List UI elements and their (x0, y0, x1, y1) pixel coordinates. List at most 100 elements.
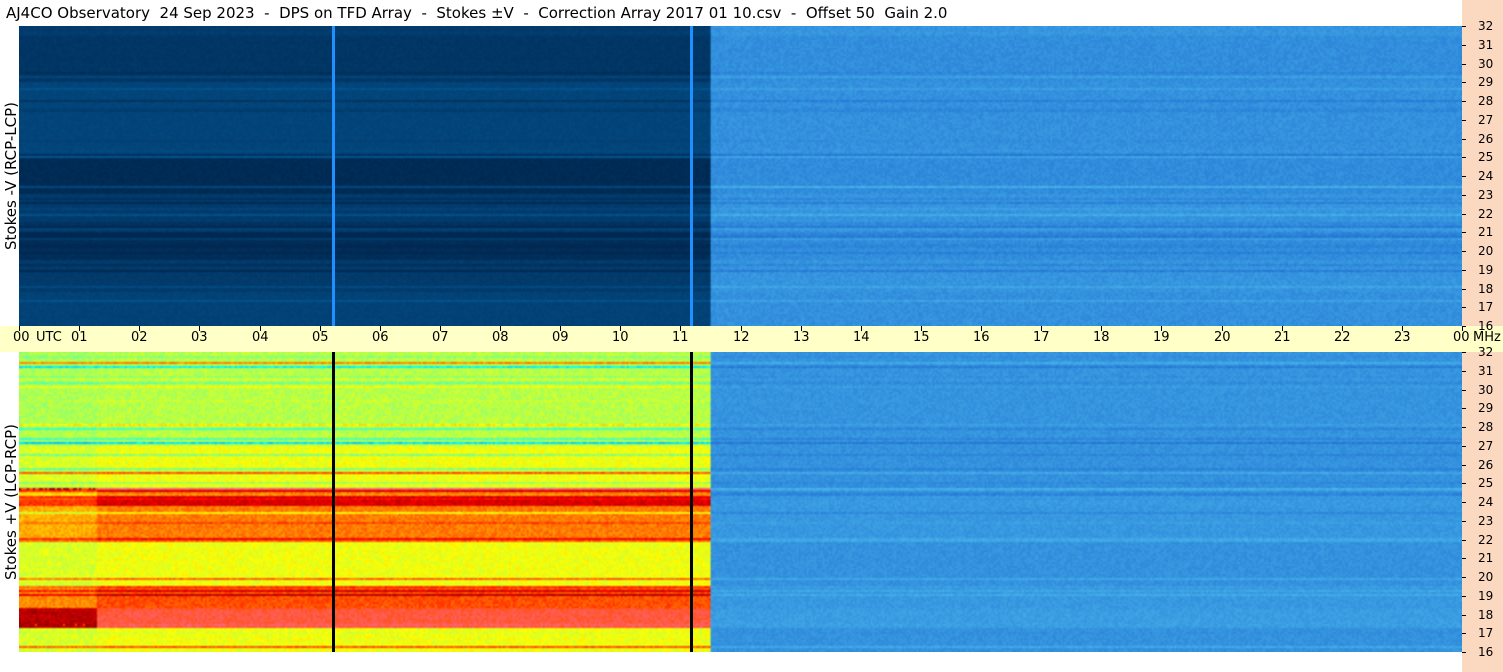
top-vertical-line-0 (331, 26, 335, 326)
utc-tick-label: 16 (973, 330, 990, 345)
top-freq-tick-label: 24 (1478, 169, 1494, 183)
bottom-freq-tick-label: 32 (1478, 345, 1494, 359)
utc-tick-label: 13 (793, 330, 810, 345)
bottom-freq-tick (1462, 390, 1466, 391)
bottom-freq-tick-label: 19 (1478, 589, 1494, 603)
bottom-freq-tick (1462, 483, 1466, 484)
utc-tick-label: 02 (131, 330, 148, 345)
top-freq-tick-label: 26 (1478, 132, 1494, 146)
top-freq-tick-label: 17 (1478, 300, 1494, 314)
bottom-freq-tick (1462, 446, 1466, 447)
bottom-vertical-line-0 (331, 352, 335, 652)
bottom-freq-tick (1462, 408, 1466, 409)
utc-tick-label: 05 (312, 330, 329, 345)
top-freq-tick-label: 31 (1478, 38, 1494, 52)
utc-tick-label: 22 (1334, 330, 1351, 345)
top-freq-tick (1462, 307, 1466, 308)
bottom-freq-tick-label: 29 (1478, 401, 1494, 415)
utc-tick-label: 00 (1453, 330, 1470, 345)
bottom-freq-tick (1462, 521, 1466, 522)
bottom-freq-tick (1462, 577, 1466, 578)
top-freq-tick (1462, 26, 1466, 27)
top-freq-tick (1462, 232, 1466, 233)
top-freq-tick (1462, 214, 1466, 215)
utc-tick-label: 12 (733, 330, 750, 345)
top-freq-tick-label: 28 (1478, 94, 1494, 108)
utc-tick-label: 17 (1033, 330, 1050, 345)
utc-tick-label: 20 (1214, 330, 1231, 345)
bottom-freq-tick-label: 26 (1478, 458, 1494, 472)
utc-tick-label: 15 (913, 330, 930, 345)
utc-tick-label: 09 (552, 330, 569, 345)
bottom-spectrogram-panel (19, 352, 1462, 652)
utc-tick-label: 00 (13, 330, 30, 345)
top-freq-tick (1462, 120, 1466, 121)
bottom-freq-tick (1462, 502, 1466, 503)
bottom-freq-tick (1462, 465, 1466, 466)
top-spectrogram-panel (19, 26, 1462, 326)
mhz-unit-label: MHz (1473, 330, 1501, 345)
bottom-freq-tick-label: 28 (1478, 420, 1494, 434)
top-freq-tick-label: 30 (1478, 57, 1494, 71)
utc-tick-label: 14 (853, 330, 870, 345)
bottom-freq-tick (1462, 596, 1466, 597)
top-freq-tick (1462, 139, 1466, 140)
bottom-freq-tick (1462, 633, 1466, 634)
bottom-freq-tick (1462, 352, 1466, 353)
top-spectrogram-heatmap (19, 26, 1462, 326)
bottom-freq-tick (1462, 427, 1466, 428)
bottom-freq-tick-label: 20 (1478, 570, 1494, 584)
bottom-freq-tick-label: 24 (1478, 495, 1494, 509)
utc-tick-label: 18 (1093, 330, 1110, 345)
utc-tick-label: 06 (372, 330, 389, 345)
utc-tick-label: 03 (191, 330, 208, 345)
top-freq-tick-label: 23 (1478, 188, 1494, 202)
top-freq-tick-label: 32 (1478, 19, 1494, 33)
utc-unit-label: UTC (36, 330, 62, 345)
bottom-freq-tick (1462, 558, 1466, 559)
bottom-freq-tick-label: 31 (1478, 364, 1494, 378)
bottom-freq-tick-label: 27 (1478, 439, 1494, 453)
top-freq-tick-label: 27 (1478, 113, 1494, 127)
bottom-freq-tick (1462, 652, 1466, 653)
bottom-vertical-line-1 (689, 352, 693, 652)
top-freq-tick (1462, 64, 1466, 65)
bottom-spectrogram-heatmap (19, 352, 1462, 652)
top-freq-tick-label: 21 (1478, 225, 1494, 239)
top-freq-tick (1462, 251, 1466, 252)
utc-tick-label: 01 (71, 330, 88, 345)
top-freq-tick (1462, 157, 1466, 158)
top-freq-tick-label: 22 (1478, 207, 1494, 221)
top-freq-tick-label: 20 (1478, 244, 1494, 258)
utc-tick-label: 23 (1394, 330, 1411, 345)
top-freq-tick (1462, 270, 1466, 271)
top-freq-tick-label: 25 (1478, 150, 1494, 164)
bottom-freq-tick-label: 30 (1478, 383, 1494, 397)
top-freq-tick (1462, 101, 1466, 102)
top-freq-tick (1462, 176, 1466, 177)
bottom-freq-tick-label: 22 (1478, 533, 1494, 547)
bottom-freq-tick (1462, 371, 1466, 372)
bottom-freq-tick (1462, 540, 1466, 541)
utc-tick-label: 07 (432, 330, 449, 345)
bottom-freq-tick-label: 16 (1478, 645, 1494, 659)
bottom-freq-tick-label: 17 (1478, 626, 1494, 640)
top-freq-tick (1462, 289, 1466, 290)
top-freq-tick-label: 18 (1478, 282, 1494, 296)
utc-tick-label: 08 (492, 330, 509, 345)
bottom-frequency-axis (1462, 352, 1503, 672)
top-freq-tick (1462, 45, 1466, 46)
bottom-freq-tick-label: 25 (1478, 476, 1494, 490)
bottom-freq-tick (1462, 615, 1466, 616)
bottom-freq-tick-label: 21 (1478, 551, 1494, 565)
utc-tick-label: 04 (252, 330, 269, 345)
top-freq-tick (1462, 82, 1466, 83)
utc-tick-label: 10 (612, 330, 629, 345)
bottom-freq-tick-label: 18 (1478, 608, 1494, 622)
chart-title: AJ4CO Observatory 24 Sep 2023 - DPS on T… (6, 4, 948, 22)
bottom-freq-tick-label: 23 (1478, 514, 1494, 528)
top-freq-tick-label: 29 (1478, 75, 1494, 89)
utc-tick-label: 19 (1153, 330, 1170, 345)
top-freq-tick-label: 19 (1478, 263, 1494, 277)
top-freq-tick (1462, 195, 1466, 196)
